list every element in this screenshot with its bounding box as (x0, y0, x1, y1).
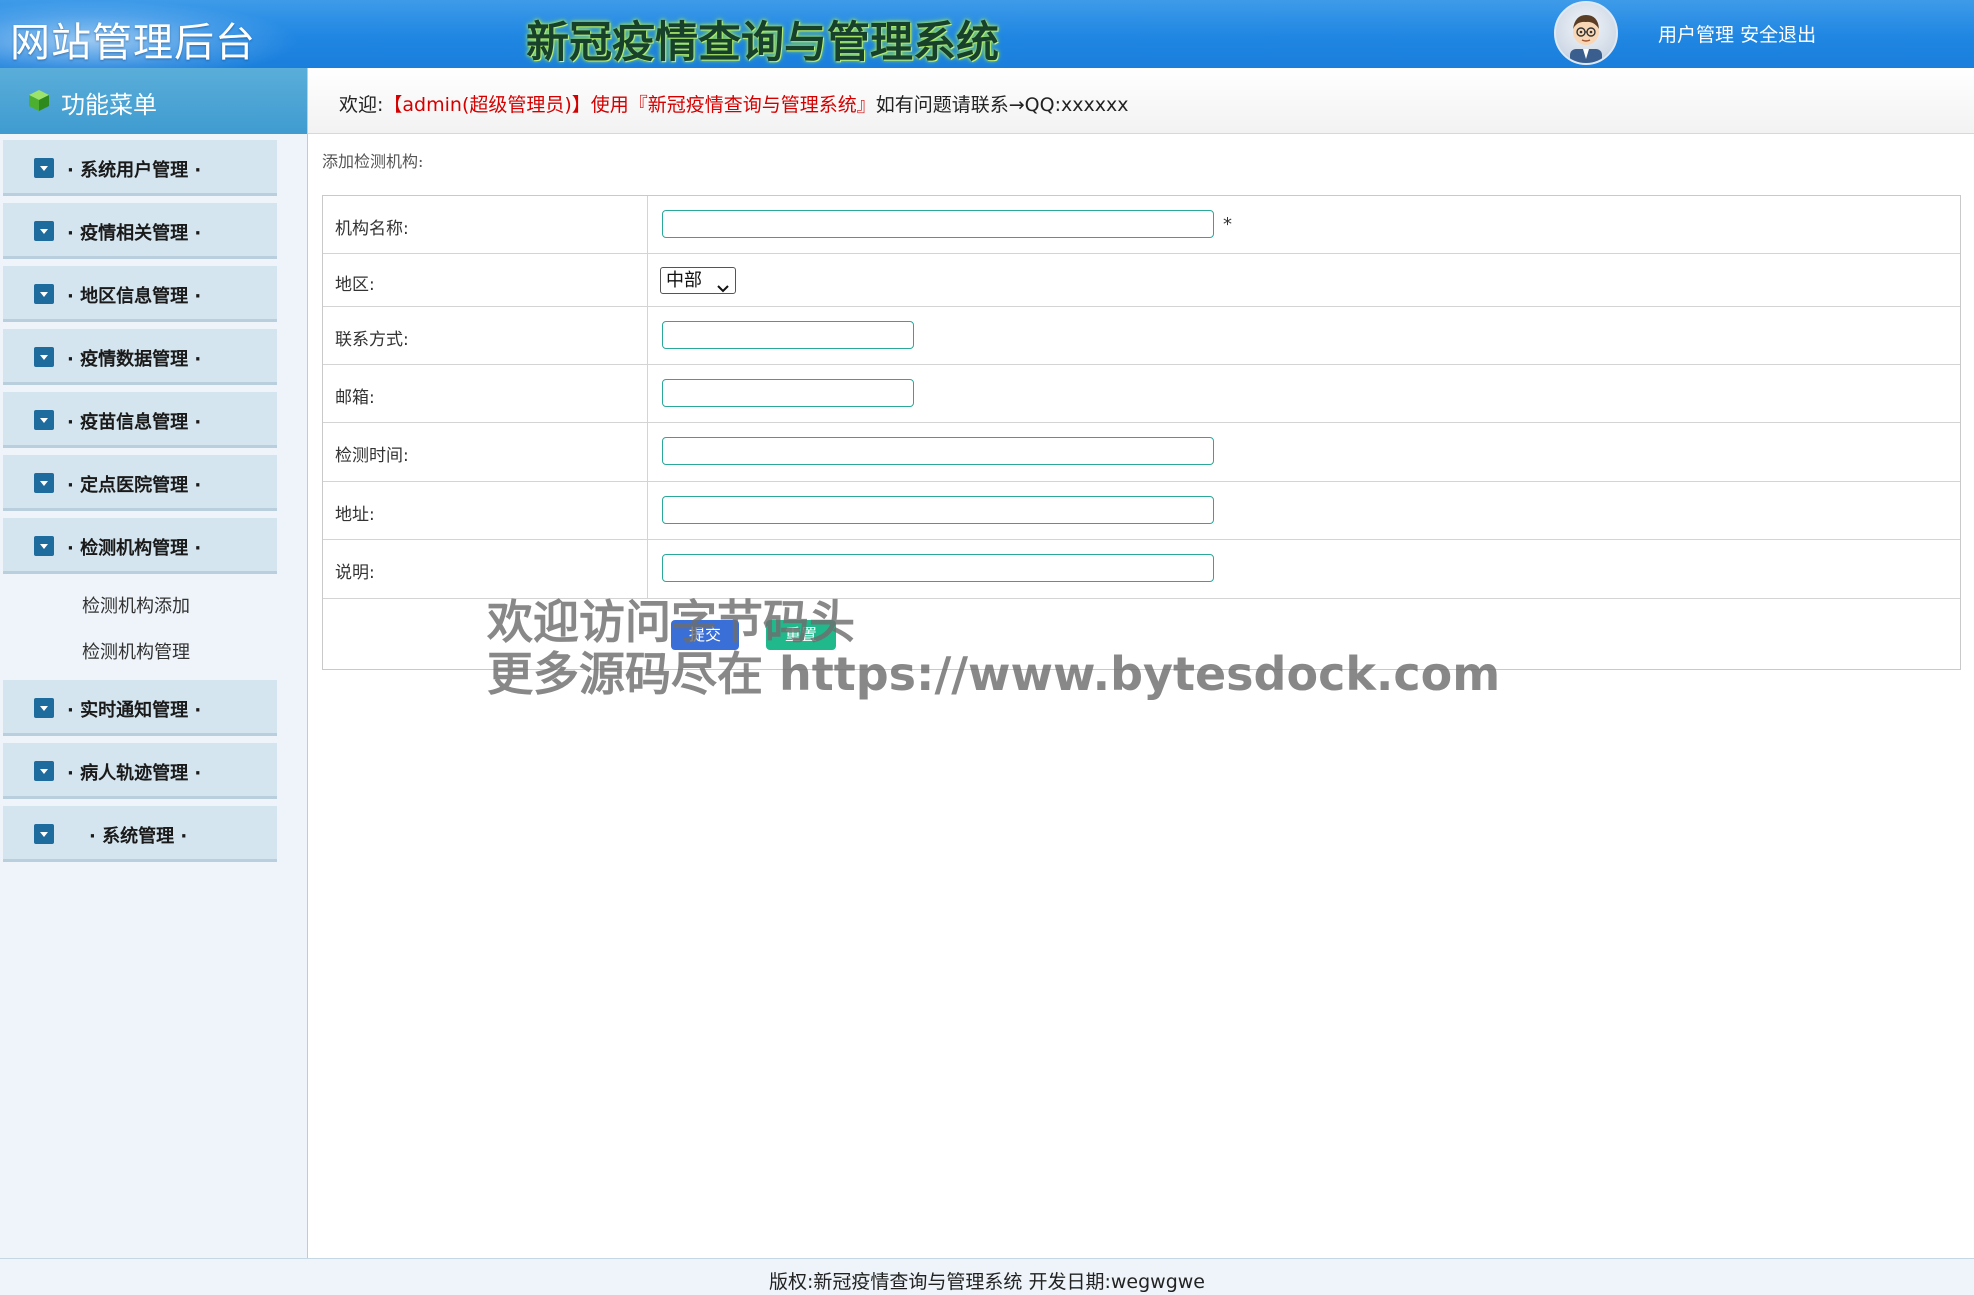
form-row-email: 邮箱: (323, 365, 1960, 423)
form-row-description: 说明: (323, 540, 1960, 599)
cube-icon (27, 88, 51, 116)
nav-group-realtime-notices[interactable]: · 实时通知管理 · (3, 680, 277, 736)
reset-button[interactable]: 重置 (766, 620, 836, 650)
contact-label: 联系方式: (335, 330, 409, 350)
chevron-down-icon (34, 473, 54, 493)
region-selected-value: 中部 (666, 270, 702, 291)
chevron-down-icon (34, 824, 54, 844)
nav-group-label: · 地区信息管理 · (67, 286, 202, 307)
chevron-down-icon (34, 536, 54, 556)
chevron-down-icon (34, 347, 54, 367)
welcome-suffix: 如有问题请联系→QQ:xxxxxx (875, 94, 1129, 116)
address-label: 地址: (335, 505, 375, 525)
nav-group-label: · 定点医院管理 · (67, 475, 202, 496)
row-divider (647, 365, 648, 422)
welcome-bar: 欢迎:【admin(超级管理员)】使用『新冠疫情查询与管理系统』如有问题请联系→… (308, 68, 1974, 134)
region-label: 地区: (335, 275, 375, 295)
nav-group-label: · 疫情相关管理 · (67, 223, 202, 244)
test-time-label: 检测时间: (335, 446, 409, 466)
row-divider (647, 482, 648, 539)
description-input[interactable] (662, 554, 1214, 582)
contact-input[interactable] (662, 321, 914, 349)
row-divider (647, 196, 648, 253)
form-row-contact: 联系方式: (323, 307, 1960, 365)
menu-header: 功能菜单 (0, 68, 307, 134)
user-links: 用户管理 安全退出 (1658, 20, 1816, 47)
logout-link[interactable]: 安全退出 (1740, 24, 1816, 46)
sidebar-item-add-testing-agency[interactable]: 检测机构添加 (82, 592, 190, 618)
row-divider (647, 307, 648, 364)
chevron-down-icon (34, 284, 54, 304)
chevron-down-icon (34, 221, 54, 241)
system-title: 新冠疫情查询与管理系统 (526, 18, 999, 68)
email-label: 邮箱: (335, 388, 375, 408)
sidebar: 功能菜单 · 系统用户管理 · · 疫情相关管理 · · 地区信息管理 · · … (0, 68, 308, 1258)
site-title: 网站管理后台 (10, 20, 256, 66)
email-input[interactable] (662, 379, 914, 407)
welcome-prefix: 欢迎: (339, 94, 384, 116)
welcome-highlight: 【admin(超级管理员)】使用『新冠疫情查询与管理系统』 (383, 94, 876, 116)
nav-group-vaccine-info[interactable]: · 疫苗信息管理 · (3, 392, 277, 448)
form-row-name: 机构名称: * (323, 196, 1960, 254)
form-row-region: 地区: 中部 (323, 254, 1960, 307)
name-label: 机构名称: (335, 219, 409, 239)
nav-group-label: · 病人轨迹管理 · (67, 763, 202, 784)
address-input[interactable] (662, 496, 1214, 524)
nav-group-designated-hospitals[interactable]: · 定点医院管理 · (3, 455, 277, 511)
row-divider (647, 423, 648, 481)
nav-group-label: · 实时通知管理 · (67, 700, 202, 721)
row-divider (647, 540, 648, 598)
nav-group-system-settings[interactable]: · 系统管理 · (3, 806, 277, 862)
welcome-text: 欢迎:【admin(超级管理员)】使用『新冠疫情查询与管理系统』如有问题请联系→… (339, 90, 1128, 117)
nav-group-system-users[interactable]: · 系统用户管理 · (3, 140, 277, 196)
add-testing-agency-form: 机构名称: * 地区: 中部 联系方式: 邮箱: 检测时间: 地址: 说明: (322, 195, 1961, 670)
footer-text: 版权:新冠疫情查询与管理系统 开发日期:wegwgwe (769, 1271, 1205, 1293)
nav-group-epidemic-related[interactable]: · 疫情相关管理 · (3, 203, 277, 259)
chevron-down-icon (34, 698, 54, 718)
nav-group-epidemic-data[interactable]: · 疫情数据管理 · (3, 329, 277, 385)
avatar-icon[interactable] (1554, 1, 1618, 65)
nav-group-label: · 系统管理 · (89, 826, 188, 847)
nav-group-label: · 疫情数据管理 · (67, 349, 202, 370)
required-mark: * (1223, 214, 1232, 235)
form-row-address: 地址: (323, 482, 1960, 540)
sidebar-item-manage-testing-agency[interactable]: 检测机构管理 (82, 638, 190, 664)
user-manage-link[interactable]: 用户管理 (1658, 24, 1734, 46)
nav-group-region-info[interactable]: · 地区信息管理 · (3, 266, 277, 322)
top-header: 网站管理后台 新冠疫情查询与管理系统 用户管理 安全退出 (0, 0, 1974, 68)
description-label: 说明: (335, 563, 375, 583)
chevron-down-icon (34, 761, 54, 781)
agency-name-input[interactable] (662, 210, 1214, 238)
form-row-test-time: 检测时间: (323, 423, 1960, 482)
nav-group-label: · 检测机构管理 · (67, 538, 202, 559)
submit-button[interactable]: 提交 (671, 620, 739, 650)
row-divider (647, 254, 648, 306)
nav-group-label: · 疫苗信息管理 · (67, 412, 202, 433)
region-select[interactable]: 中部 (660, 267, 736, 294)
nav-group-patient-tracks[interactable]: · 病人轨迹管理 · (3, 743, 277, 799)
form-caption: 添加检测机构: (322, 152, 424, 171)
menu-title: 功能菜单 (61, 91, 157, 119)
nav-group-label: · 系统用户管理 · (67, 160, 202, 181)
chevron-down-icon (34, 410, 54, 430)
nav-group-testing-agencies[interactable]: · 检测机构管理 · (3, 518, 277, 574)
test-time-input[interactable] (662, 437, 1214, 465)
select-arrow-icon (716, 276, 730, 301)
chevron-down-icon (34, 158, 54, 178)
footer: 版权:新冠疫情查询与管理系统 开发日期:wegwgwe (0, 1258, 1974, 1295)
